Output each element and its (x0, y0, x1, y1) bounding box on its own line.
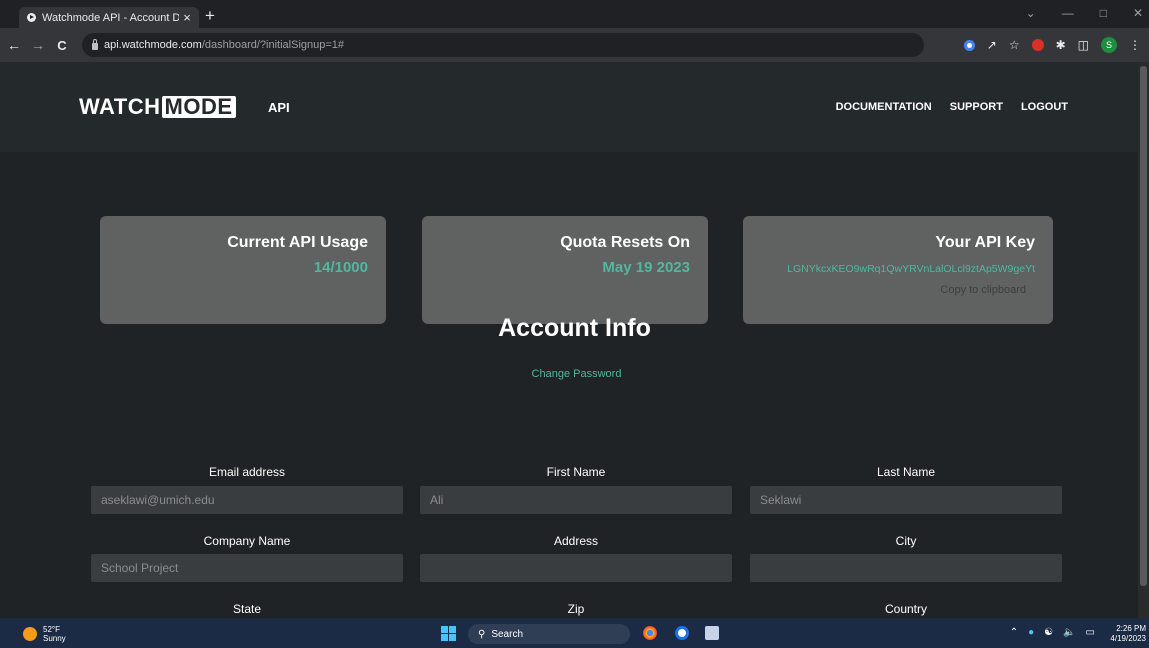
url-path: /dashboard/?initialSignup=1# (201, 39, 345, 51)
url-host: api.watchmode.com (104, 39, 202, 51)
browser-toolbar: ← → C api.watchmode.com/dashboard/?initi… (0, 28, 1149, 62)
quota-value: May 19 2023 (602, 259, 690, 276)
reload-icon[interactable]: C (52, 38, 72, 53)
address-field[interactable] (420, 554, 732, 582)
app-circle-icon[interactable] (675, 626, 689, 640)
first-name-label: First Name (546, 465, 606, 479)
clock-time: 2:26 PM (1116, 624, 1146, 633)
search-icon: ⚲ (478, 628, 486, 640)
taskbar-clock[interactable]: 2:26 PM 4/19/2023 (1110, 624, 1146, 644)
close-window-icon[interactable]: ✕ (1133, 6, 1143, 20)
watchmode-favicon-icon (27, 13, 36, 22)
company-field[interactable] (91, 554, 403, 582)
new-tab-icon[interactable]: + (205, 6, 215, 26)
page-scrollbar[interactable] (1138, 62, 1149, 618)
extension-red-icon[interactable] (1031, 39, 1044, 51)
api-key-value[interactable]: LGNYkcxKEO9wRq1QwYRVnLalOLcl9ztAp5W9geYt (787, 263, 1035, 275)
state-label: State (232, 602, 262, 616)
weather-widget[interactable]: 52°F Sunny (23, 625, 66, 643)
tray-app-icon[interactable]: ● (1028, 627, 1034, 638)
share-icon[interactable]: ↗ (987, 38, 997, 52)
usage-title: Current API Usage (227, 234, 368, 251)
api-key-card: Your API Key LGNYkcxKEO9wRq1QwYRVnLalOLc… (743, 216, 1053, 324)
quota-title: Quota Resets On (560, 234, 690, 251)
zip-label: Zip (567, 602, 585, 616)
usage-value: 14/1000 (313, 259, 368, 276)
google-lens-icon[interactable] (963, 39, 975, 51)
email-field[interactable] (91, 486, 403, 514)
maximize-icon[interactable]: □ (1100, 6, 1107, 20)
last-name-label: Last Name (876, 465, 936, 479)
quota-card: Quota Resets On May 19 2023 (422, 216, 708, 324)
tab-search-chevron-icon[interactable]: ⌄ (1026, 6, 1036, 20)
sun-icon (23, 627, 37, 641)
nav-support[interactable]: SUPPORT (950, 101, 1003, 113)
lock-icon[interactable] (92, 38, 98, 50)
browser-tab[interactable]: Watchmode API - Account Dashb × (19, 7, 199, 28)
profile-avatar[interactable]: S (1101, 37, 1117, 53)
back-icon[interactable]: ← (4, 37, 24, 53)
battery-icon[interactable]: ▭ (1086, 627, 1095, 638)
nav-logout[interactable]: LOGOUT (1021, 101, 1068, 113)
nav-documentation[interactable]: DOCUMENTATION (836, 101, 932, 113)
first-name-field[interactable] (420, 486, 732, 514)
address-bar[interactable]: api.watchmode.com/dashboard/?initialSign… (82, 33, 924, 57)
temperature: 52°F (43, 625, 60, 634)
address-label: Address (553, 534, 599, 548)
system-tray: ⌃ ● ☯ 🔈 ▭ (1010, 627, 1095, 638)
extensions-area: ↗ ☆ ✱ ◫ S ⋮ (963, 37, 1141, 53)
tab-close-icon[interactable]: × (179, 10, 195, 25)
windows-start-icon[interactable] (441, 626, 456, 641)
wifi-icon[interactable]: ☯ (1044, 627, 1053, 638)
watchmode-logo[interactable]: WATCH MODE (79, 94, 236, 120)
extensions-puzzle-icon[interactable]: ✱ (1056, 38, 1066, 52)
last-name-field[interactable] (750, 486, 1062, 514)
menu-kebab-icon[interactable]: ⋮ (1129, 38, 1141, 52)
city-label: City (895, 534, 917, 548)
windows-taskbar: 52°F Sunny ⚲ Search ⌃ ● ☯ 🔈 ▭ 2:26 PM 4/… (0, 618, 1149, 648)
country-label: Country (884, 602, 928, 616)
api-key-title: Your API Key (935, 234, 1035, 251)
company-label: Company Name (203, 534, 291, 548)
main-nav: DOCUMENTATION SUPPORT LOGOUT (836, 101, 1068, 113)
minimize-icon[interactable]: — (1062, 6, 1074, 20)
logo-mode-text: MODE (161, 96, 236, 118)
taskbar-search-label: Search (491, 628, 524, 640)
logo-watch-text: WATCH (79, 94, 161, 119)
speaker-icon[interactable]: 🔈 (1063, 627, 1075, 638)
account-info-title: Account Info (498, 314, 651, 342)
chrome-icon[interactable] (643, 626, 657, 640)
site-header: WATCH MODE API DOCUMENTATION SUPPORT LOGO… (0, 62, 1138, 152)
clock-date: 4/19/2023 (1110, 634, 1146, 643)
window-controls: ⌄ — □ ✕ (1026, 6, 1143, 20)
copy-to-clipboard-button[interactable]: Copy to clipboard (940, 284, 1026, 296)
scrollbar-thumb[interactable] (1140, 66, 1147, 586)
side-panel-icon[interactable]: ◫ (1078, 38, 1089, 52)
city-field[interactable] (750, 554, 1062, 582)
forward-icon[interactable]: → (28, 37, 48, 53)
snipping-tool-icon[interactable] (705, 626, 719, 640)
api-usage-card: Current API Usage 14/1000 (100, 216, 386, 324)
change-password-link[interactable]: Change Password (0, 368, 1149, 380)
browser-tab-strip: Watchmode API - Account Dashb × + ⌄ — □ … (0, 0, 1149, 28)
api-label: API (268, 100, 290, 115)
tab-title: Watchmode API - Account Dashb (42, 11, 179, 24)
taskbar-search[interactable]: ⚲ Search (468, 624, 630, 644)
weather-condition: Sunny (43, 634, 66, 643)
tray-chevron-up-icon[interactable]: ⌃ (1010, 627, 1018, 638)
email-label: Email address (208, 465, 286, 479)
bookmark-star-icon[interactable]: ☆ (1009, 38, 1020, 52)
